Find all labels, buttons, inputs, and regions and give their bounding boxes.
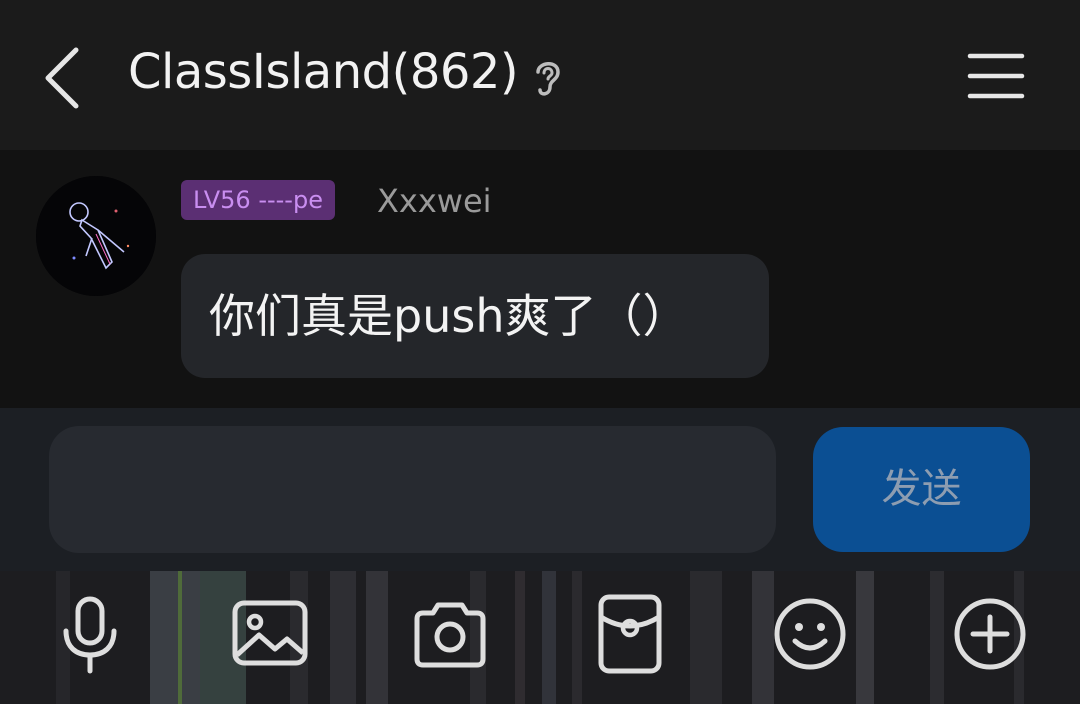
menu-icon: [967, 53, 1025, 99]
action-toolbar: [0, 571, 1080, 704]
sender-name[interactable]: Xxxwei: [377, 180, 492, 222]
message-input[interactable]: [49, 426, 776, 553]
red-packet-icon: [598, 594, 662, 674]
level-badge: LV56 ----pe: [181, 180, 335, 220]
image-button[interactable]: [225, 589, 315, 679]
message-bubble[interactable]: 你们真是push爽了（）: [181, 254, 769, 378]
plus-icon: [954, 598, 1026, 670]
message-text: 你们真是push爽了（）: [209, 289, 689, 343]
back-button[interactable]: [36, 40, 96, 116]
emoji-button[interactable]: [765, 589, 855, 679]
image-icon: [232, 600, 308, 666]
chevron-left-icon: [45, 47, 79, 109]
avatar[interactable]: [36, 176, 156, 296]
menu-button[interactable]: [964, 50, 1028, 102]
composer-bar: 发送: [0, 408, 1080, 572]
voice-button[interactable]: [45, 589, 135, 679]
camera-button[interactable]: [405, 589, 495, 679]
red-packet-button[interactable]: [585, 589, 675, 679]
microphone-icon: [63, 596, 117, 674]
chat-title: ClassIsland(862): [128, 44, 519, 100]
top-bar: ClassIsland(862): [0, 0, 1080, 150]
send-button[interactable]: 发送: [813, 427, 1030, 552]
camera-icon: [414, 602, 486, 668]
ear-icon[interactable]: [528, 54, 568, 100]
emoji-icon: [774, 598, 846, 670]
more-button[interactable]: [945, 589, 1035, 679]
